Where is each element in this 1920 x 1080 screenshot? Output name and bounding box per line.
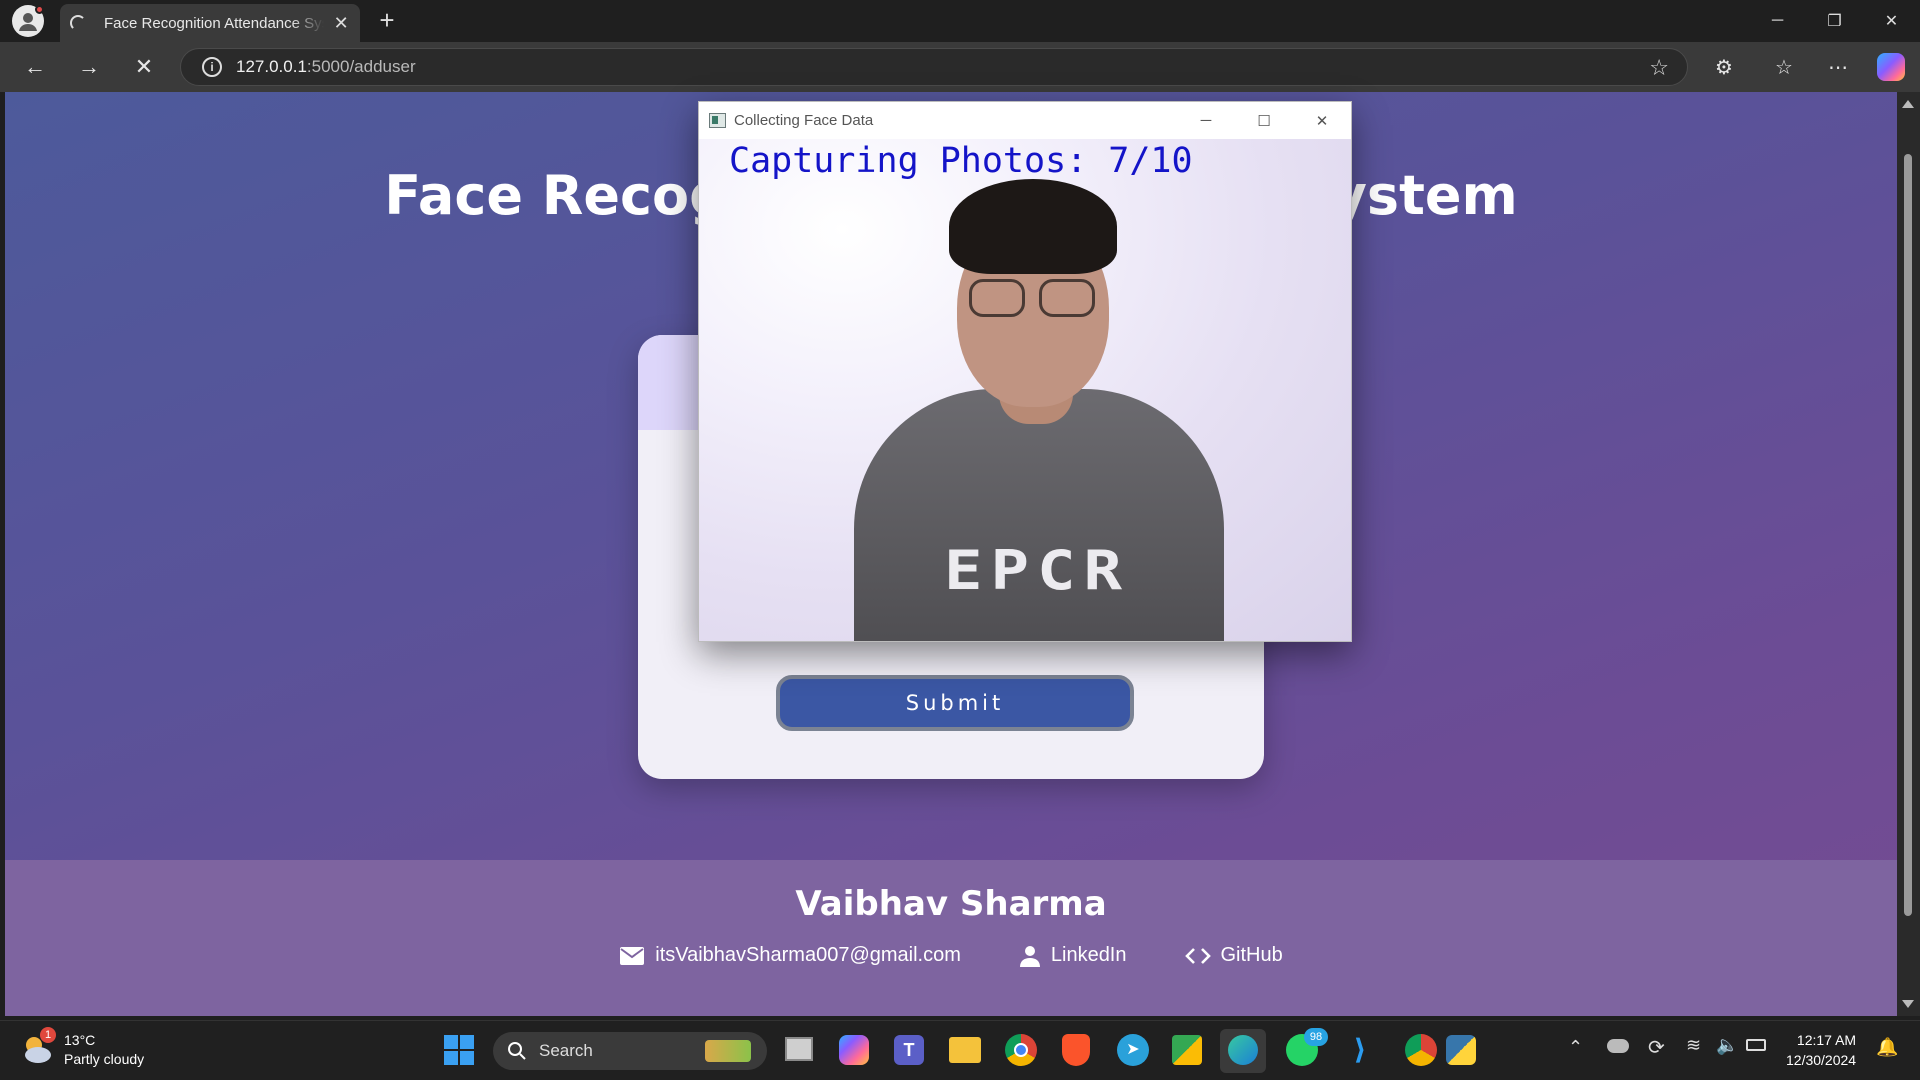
volume-icon[interactable]: 🔈 <box>1716 1035 1738 1056</box>
restore-button[interactable]: ❐ <box>1806 0 1863 42</box>
capture-minimize-button[interactable]: ─ <box>1177 102 1235 139</box>
scrollbar-thumb[interactable] <box>1904 154 1912 916</box>
scroll-up-arrow-icon[interactable] <box>1902 100 1914 108</box>
taskbar-search[interactable]: Search <box>493 1032 767 1070</box>
email-text: itsVaibhavSharma007@gmail.com <box>655 944 961 966</box>
start-button[interactable] <box>444 1035 474 1065</box>
tab-title: Face Recognition Attendance System <box>104 14 324 32</box>
person-hair <box>949 179 1117 274</box>
favorites-icon[interactable]: ☆ <box>1768 51 1800 83</box>
github-link[interactable]: GitHub <box>1184 944 1283 967</box>
loading-spinner-icon <box>70 15 86 31</box>
page-scrollbar[interactable] <box>1897 92 1920 1016</box>
minimize-button[interactable]: ─ <box>1749 0 1806 42</box>
taskbar: 1 13°C Partly cloudy Search T ➤ 98 ⟩ ⌃ ⟳… <box>0 1020 1920 1080</box>
page-footer: Vaibhav Sharma itsVaibhavSharma007@gmail… <box>5 860 1897 1016</box>
python-icon[interactable] <box>1446 1035 1476 1065</box>
new-tab-button[interactable]: + <box>372 6 402 36</box>
clock-date: 12/30/2024 <box>1786 1052 1857 1068</box>
shirt-logo: EPCR <box>943 539 1131 603</box>
edge-active-tab[interactable] <box>1220 1029 1266 1073</box>
sync-icon[interactable]: ⟳ <box>1648 1035 1665 1060</box>
profile-avatar-icon[interactable] <box>12 5 44 37</box>
onedrive-icon[interactable] <box>1607 1039 1629 1053</box>
clock[interactable]: 12:17 AM 12/30/2024 <box>1786 1030 1856 1070</box>
weather-widget[interactable]: 1 13°C Partly cloudy <box>20 1027 145 1069</box>
address-path: :5000/adduser <box>306 57 416 76</box>
browser-toolbar: ← → ✕ i 127.0.0.1:5000/adduser ☆ ⚙ ☆ ⋯ <box>0 42 1920 92</box>
scroll-down-arrow-icon[interactable] <box>1902 1000 1914 1008</box>
tray-overflow-icon[interactable]: ⌃ <box>1568 1037 1583 1058</box>
capture-maximize-button[interactable]: ☐ <box>1235 102 1293 139</box>
clock-time: 12:17 AM <box>1796 1032 1857 1048</box>
person-glasses <box>969 279 1099 319</box>
capture-close-button[interactable]: ✕ <box>1293 102 1351 139</box>
edge-icon <box>1228 1035 1258 1065</box>
whatsapp-icon[interactable]: 98 <box>1286 1028 1328 1066</box>
browser-titlebar: Face Recognition Attendance System ✕ + ─… <box>0 0 1920 42</box>
back-button[interactable]: ← <box>19 51 51 83</box>
footer-links: itsVaibhavSharma007@gmail.com LinkedIn G… <box>5 944 1897 967</box>
site-info-icon[interactable]: i <box>202 57 222 77</box>
file-explorer-icon[interactable] <box>949 1037 981 1063</box>
user-icon <box>1019 945 1040 967</box>
window-controls: ─ ❐ ✕ <box>1749 0 1920 42</box>
weather-badge: 1 <box>40 1027 56 1043</box>
capture-window-controls: ─ ☐ ✕ <box>1177 102 1351 139</box>
whatsapp-badge: 98 <box>1304 1028 1328 1046</box>
search-highlight-icon <box>705 1040 751 1062</box>
chrome-profile-icon[interactable] <box>1405 1034 1437 1066</box>
telegram-icon[interactable]: ➤ <box>1117 1034 1149 1066</box>
capture-progress-text: Capturing Photos: 7/10 <box>729 141 1193 181</box>
copilot-taskbar-icon[interactable] <box>839 1035 869 1065</box>
chrome-icon[interactable] <box>1005 1034 1037 1066</box>
address-host: 127.0.0.1 <box>236 57 307 76</box>
notification-bell-icon[interactable]: 🔔 <box>1876 1037 1898 1058</box>
footer-author-name: Vaibhav Sharma <box>795 884 1107 924</box>
email-icon <box>620 946 645 965</box>
copilot-icon[interactable] <box>1877 53 1905 81</box>
email-link[interactable]: itsVaibhavSharma007@gmail.com <box>619 944 961 967</box>
meet-icon[interactable] <box>1172 1035 1202 1065</box>
battery-icon[interactable] <box>1746 1039 1766 1051</box>
face-capture-window[interactable]: Collecting Face Data ─ ☐ ✕ EPCR Capturin… <box>698 101 1352 642</box>
weather-desc: Partly cloudy <box>64 1051 145 1067</box>
linkedin-link[interactable]: LinkedIn <box>1019 944 1127 967</box>
webcam-frame: EPCR Capturing Photos: 7/10 <box>699 139 1351 641</box>
notification-dot <box>35 5 44 14</box>
stop-loading-button[interactable]: ✕ <box>128 51 160 83</box>
forward-button[interactable]: → <box>73 51 105 83</box>
extensions-icon[interactable]: ⚙ <box>1708 51 1740 83</box>
search-icon <box>508 1042 526 1060</box>
person-torso <box>854 389 1224 641</box>
browser-tab[interactable]: Face Recognition Attendance System ✕ <box>60 4 360 42</box>
more-menu-icon[interactable]: ⋯ <box>1822 51 1854 83</box>
close-window-button[interactable]: ✕ <box>1863 0 1920 42</box>
wifi-icon[interactable]: ≋ <box>1686 1035 1701 1056</box>
weather-temp: 13°C <box>64 1032 96 1048</box>
linkedin-text: LinkedIn <box>1050 944 1127 966</box>
capture-window-title: Collecting Face Data <box>734 112 874 129</box>
capture-window-titlebar[interactable]: Collecting Face Data ─ ☐ ✕ <box>699 102 1351 139</box>
github-text: GitHub <box>1220 944 1283 966</box>
tab-close-icon[interactable]: ✕ <box>332 13 350 34</box>
address-bar[interactable]: i 127.0.0.1:5000/adduser ☆ <box>180 48 1688 86</box>
brave-icon[interactable] <box>1062 1034 1090 1066</box>
favorite-star-icon[interactable]: ☆ <box>1649 55 1669 81</box>
teams-icon[interactable]: T <box>894 1035 924 1065</box>
submit-button[interactable]: Submit <box>776 675 1134 731</box>
task-view-icon[interactable] <box>785 1037 813 1061</box>
search-label: Search <box>539 1041 593 1060</box>
code-icon <box>1184 947 1211 964</box>
vscode-icon[interactable]: ⟩ <box>1345 1035 1375 1065</box>
opencv-app-icon <box>709 113 726 128</box>
